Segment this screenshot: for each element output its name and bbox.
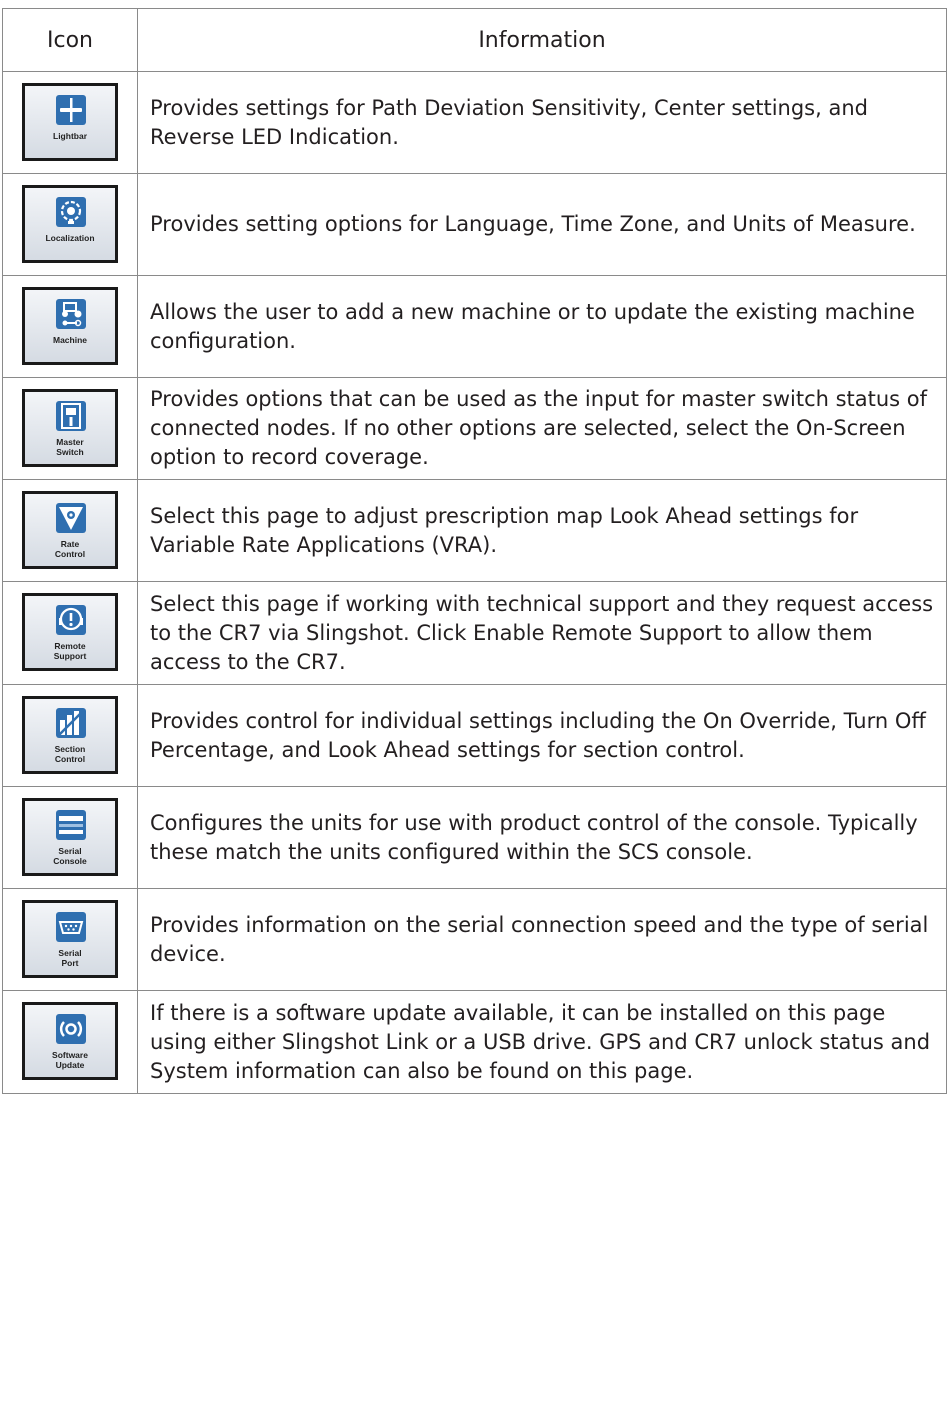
icon-cell: Machine: [2, 275, 138, 378]
icon-label: Localization: [45, 232, 95, 243]
information-column-header: Information: [137, 8, 947, 72]
table-row: Serial Port Provides information on the s…: [2, 888, 947, 991]
icon-cell: Serial Port: [2, 888, 138, 991]
remote-support-icon: [56, 605, 86, 635]
software-update-icon: [56, 1014, 86, 1044]
table-row: Rate Control Select this page to adjust p…: [2, 479, 947, 582]
master-switch-icon: [56, 400, 86, 431]
information-text: Provides settings for Path Deviation Sen…: [137, 71, 947, 174]
information-text: Select this page if working with technic…: [137, 581, 947, 685]
serial-port-tile: Serial Port: [22, 899, 118, 978]
rate-control-icon: [56, 502, 86, 533]
icon-column-header: Icon: [2, 8, 138, 72]
icon-label: Software Update: [52, 1050, 88, 1070]
icon-cell: Localization: [2, 173, 138, 276]
information-text: Select this page to adjust prescription …: [137, 479, 947, 582]
icon-cell: Software Update: [2, 990, 138, 1094]
serial-port-icon: [56, 911, 86, 942]
information-text: Provides information on the serial conne…: [137, 888, 947, 991]
icon-cell: Master Switch: [2, 377, 138, 480]
table-row: Section Control Provides control for indi…: [2, 684, 947, 787]
section-control-tile: Section Control: [22, 695, 118, 774]
software-update-tile: Software Update: [22, 1002, 118, 1080]
lightbar-icon: [56, 94, 86, 125]
table-row: Master Switch Provides options that can b…: [2, 377, 947, 480]
icon-label: Serial Console: [53, 845, 87, 866]
information-text: Provides options that can be used as the…: [137, 377, 947, 480]
icon-label: Lightbar: [53, 130, 87, 141]
icon-label: Rate Control: [54, 538, 86, 559]
machine-tile: Machine: [22, 286, 118, 365]
section-control-icon: [56, 707, 86, 738]
serial-console-icon: [56, 809, 86, 840]
icon-label: Serial Port: [58, 947, 82, 968]
machine-icon: [56, 298, 86, 329]
table-row: Machine Allows the user to add a new mach…: [2, 275, 947, 378]
table-header-row: Icon Information: [2, 8, 947, 72]
icon-label: Section Control: [54, 743, 86, 764]
icon-cell: Rate Control: [2, 479, 138, 582]
icon-label: Machine: [52, 334, 87, 345]
localization-tile: Localization: [22, 184, 118, 263]
information-text: Provides setting options for Language, T…: [137, 173, 947, 276]
remote-support-tile: Remote Support: [22, 593, 118, 671]
localization-icon: [56, 196, 86, 227]
information-text: Allows the user to add a new machine or …: [137, 275, 947, 378]
information-text: If there is a software update available,…: [137, 990, 947, 1094]
information-text: Provides control for individual settings…: [137, 684, 947, 787]
serial-console-tile: Serial Console: [22, 797, 118, 876]
lightbar-tile: Lightbar: [22, 82, 118, 161]
icon-cell: Serial Console: [2, 786, 138, 889]
icon-cell: Lightbar: [2, 71, 138, 174]
table-row: Software Update If there is a software up…: [2, 990, 947, 1094]
icon-label: Remote Support: [53, 641, 87, 661]
information-text: Configures the units for use with produc…: [137, 786, 947, 889]
table-row: Serial Console Configures the units for u…: [2, 786, 947, 889]
icon-cell: Section Control: [2, 684, 138, 787]
table-row: Remote Support Select this page if workin…: [2, 581, 947, 685]
icon-cell: Remote Support: [2, 581, 138, 685]
rate-control-tile: Rate Control: [22, 490, 118, 569]
master-switch-tile: Master Switch: [22, 388, 118, 467]
icon-label: Master Switch: [56, 436, 84, 457]
settings-icon-table: Icon Information Lightbar Provides settin…: [2, 8, 947, 1094]
table-row: Localization Provides setting options for…: [2, 173, 947, 276]
table-row: Lightbar Provides settings for Path Devia…: [2, 71, 947, 174]
